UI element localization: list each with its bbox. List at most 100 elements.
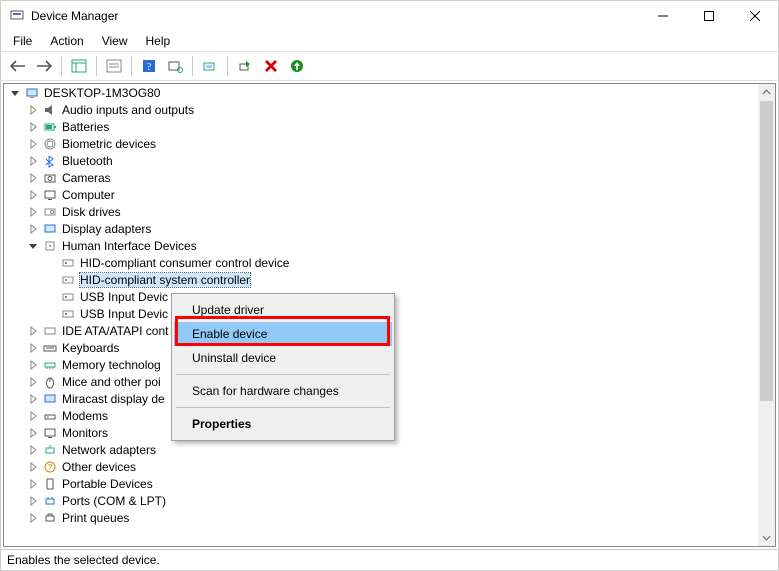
- context-uninstall-device[interactable]: Uninstall device: [174, 346, 392, 370]
- tree-row[interactable]: HID-compliant system controller: [4, 271, 758, 288]
- chevron-right-icon[interactable]: [26, 358, 40, 372]
- chevron-right-icon: [44, 273, 58, 287]
- uninstall-device-button[interactable]: [260, 55, 282, 77]
- tree-row[interactable]: Batteries: [4, 118, 758, 135]
- chevron-right-icon[interactable]: [26, 222, 40, 236]
- scroll-up-icon[interactable]: [758, 84, 775, 101]
- context-separator: [176, 407, 390, 408]
- tree-row[interactable]: Print queues: [4, 509, 758, 526]
- chevron-right-icon[interactable]: [26, 341, 40, 355]
- keyboard-icon: [42, 340, 58, 356]
- chevron-right-icon[interactable]: [26, 409, 40, 423]
- tree-row[interactable]: Bluetooth: [4, 152, 758, 169]
- tree-row[interactable]: Network adapters: [4, 441, 758, 458]
- tree-row[interactable]: Portable Devices: [4, 475, 758, 492]
- context-update-driver[interactable]: Update driver: [174, 298, 392, 322]
- chevron-right-icon: [44, 290, 58, 304]
- tree-item-label: Batteries: [62, 120, 109, 134]
- mouse-icon: [42, 374, 58, 390]
- tree-item-label: Memory technolog: [62, 358, 161, 372]
- tree-row[interactable]: HID-compliant consumer control device: [4, 254, 758, 271]
- tree-item-label: Bluetooth: [62, 154, 113, 168]
- audio-icon: [42, 102, 58, 118]
- tree-row[interactable]: Cameras: [4, 169, 758, 186]
- tree-item-label: Disk drives: [62, 205, 121, 219]
- camera-icon: [42, 170, 58, 186]
- other-device-icon: ?: [42, 459, 58, 475]
- toolbar: ?: [1, 51, 778, 81]
- properties-button[interactable]: [103, 55, 125, 77]
- chevron-right-icon[interactable]: [26, 511, 40, 525]
- chevron-right-icon[interactable]: [26, 477, 40, 491]
- enable-device-button[interactable]: [234, 55, 256, 77]
- show-hide-tree-button[interactable]: [68, 55, 90, 77]
- tree-item-label: Print queues: [62, 511, 129, 525]
- tree-row[interactable]: Biometric devices: [4, 135, 758, 152]
- chevron-down-icon[interactable]: [8, 86, 22, 100]
- tree-item-label: Cameras: [62, 171, 111, 185]
- chevron-right-icon[interactable]: [26, 154, 40, 168]
- tree-row[interactable]: Audio inputs and outputs: [4, 101, 758, 118]
- chevron-right-icon[interactable]: [26, 392, 40, 406]
- back-button[interactable]: [7, 55, 29, 77]
- chevron-right-icon[interactable]: [26, 171, 40, 185]
- scroll-thumb[interactable]: [760, 101, 773, 401]
- memory-icon: [42, 357, 58, 373]
- tree-row[interactable]: ?Other devices: [4, 458, 758, 475]
- chevron-right-icon[interactable]: [26, 460, 40, 474]
- tree-row[interactable]: Ports (COM & LPT): [4, 492, 758, 509]
- tree-item-label: USB Input Devic: [80, 307, 168, 321]
- add-legacy-button[interactable]: [286, 55, 308, 77]
- tree-row[interactable]: Computer: [4, 186, 758, 203]
- printer-icon: [42, 510, 58, 526]
- chevron-right-icon[interactable]: [26, 120, 40, 134]
- statusbar-text: Enables the selected device.: [7, 553, 160, 567]
- tree-item-label: Ports (COM & LPT): [62, 494, 166, 508]
- maximize-button[interactable]: [686, 1, 732, 31]
- context-menu: Update driver Enable device Uninstall de…: [171, 293, 395, 441]
- chevron-right-icon[interactable]: [26, 443, 40, 457]
- ports-icon: [42, 493, 58, 509]
- context-enable-device[interactable]: Enable device: [174, 322, 392, 346]
- tree-row[interactable]: DESKTOP-1M3OG80: [4, 84, 758, 101]
- chevron-right-icon[interactable]: [26, 137, 40, 151]
- chevron-right-icon[interactable]: [26, 188, 40, 202]
- scan-hardware-button[interactable]: [164, 55, 186, 77]
- tree-row[interactable]: Display adapters: [4, 220, 758, 237]
- forward-button[interactable]: [33, 55, 55, 77]
- menu-action[interactable]: Action: [42, 32, 91, 50]
- menu-file[interactable]: File: [5, 32, 40, 50]
- tree-item-label: HID-compliant consumer control device: [80, 256, 289, 270]
- menu-view[interactable]: View: [94, 32, 136, 50]
- close-button[interactable]: [732, 1, 778, 31]
- update-driver-button[interactable]: [199, 55, 221, 77]
- chevron-right-icon[interactable]: [26, 103, 40, 117]
- menu-help[interactable]: Help: [138, 32, 179, 50]
- display-icon: [42, 221, 58, 237]
- ide-icon: [42, 323, 58, 339]
- hid-device-icon: [60, 289, 76, 305]
- chevron-right-icon[interactable]: [26, 324, 40, 338]
- computer-icon: [24, 85, 40, 101]
- scroll-down-icon[interactable]: [758, 529, 775, 546]
- tree-item-label: DESKTOP-1M3OG80: [44, 86, 160, 100]
- chevron-right-icon[interactable]: [26, 426, 40, 440]
- chevron-right-icon[interactable]: [26, 494, 40, 508]
- context-scan-hardware[interactable]: Scan for hardware changes: [174, 379, 392, 403]
- chevron-down-icon[interactable]: [26, 239, 40, 253]
- context-properties[interactable]: Properties: [174, 412, 392, 436]
- minimize-button[interactable]: [640, 1, 686, 31]
- tree-row[interactable]: Disk drives: [4, 203, 758, 220]
- chevron-right-icon[interactable]: [26, 205, 40, 219]
- help-button[interactable]: ?: [138, 55, 160, 77]
- tree-item-label: Computer: [62, 188, 115, 202]
- window-title: Device Manager: [31, 9, 118, 23]
- portable-icon: [42, 476, 58, 492]
- vertical-scrollbar[interactable]: [758, 84, 775, 546]
- bluetooth-icon: [42, 153, 58, 169]
- tree-row[interactable]: Human Interface Devices: [4, 237, 758, 254]
- chevron-right-icon[interactable]: [26, 375, 40, 389]
- network-icon: [42, 442, 58, 458]
- context-separator: [176, 374, 390, 375]
- menubar: File Action View Help: [1, 31, 778, 51]
